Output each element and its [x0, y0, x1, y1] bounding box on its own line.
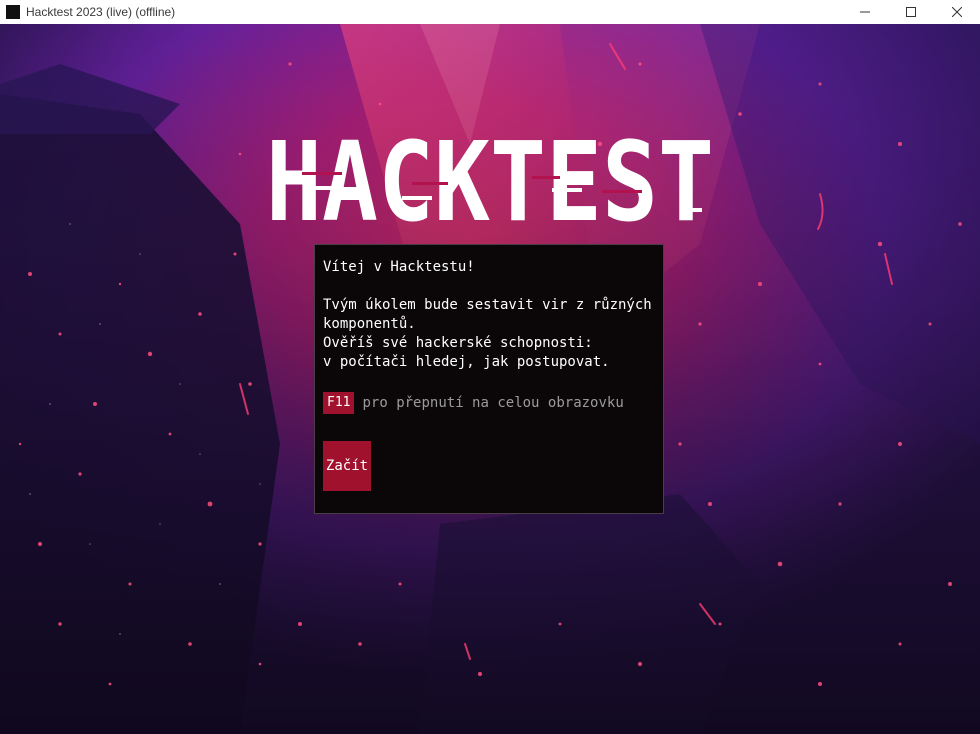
title-bar[interactable]: Hacktest 2023 (live) (offline): [0, 0, 980, 24]
app-window: Hacktest 2023 (live) (offline) HACKTEST …: [0, 0, 980, 734]
body-line: Tvým úkolem bude sestavit vir z různých: [323, 297, 652, 313]
hacktest-logo: HACKTEST: [262, 128, 718, 228]
minimize-button[interactable]: [842, 0, 888, 24]
maximize-button[interactable]: [888, 0, 934, 24]
body-line: Ověříš své hackerské schopnosti:: [323, 335, 593, 351]
welcome-dialog: Vítej v Hacktestu! Tvým úkolem bude sest…: [314, 244, 664, 514]
body-line: v počítači hledej, jak postupovat.: [323, 354, 610, 370]
maximize-icon: [906, 7, 916, 17]
start-button[interactable]: Začít: [323, 441, 371, 491]
window-title: Hacktest 2023 (live) (offline): [26, 5, 176, 19]
f11-key-badge: F11: [323, 392, 355, 414]
greeting-text: Vítej v Hacktestu!: [323, 259, 475, 275]
close-button[interactable]: [934, 0, 980, 24]
logo-text: HACKTEST: [266, 128, 714, 228]
close-icon: [952, 7, 962, 17]
body-line: komponentů.: [323, 316, 416, 332]
fullscreen-hint-row: F11 pro přepnutí na celou obrazovku: [323, 392, 624, 414]
minimize-icon: [860, 11, 870, 13]
app-icon: [6, 5, 20, 19]
fullscreen-hint-text: pro přepnutí na celou obrazovku: [362, 395, 624, 411]
